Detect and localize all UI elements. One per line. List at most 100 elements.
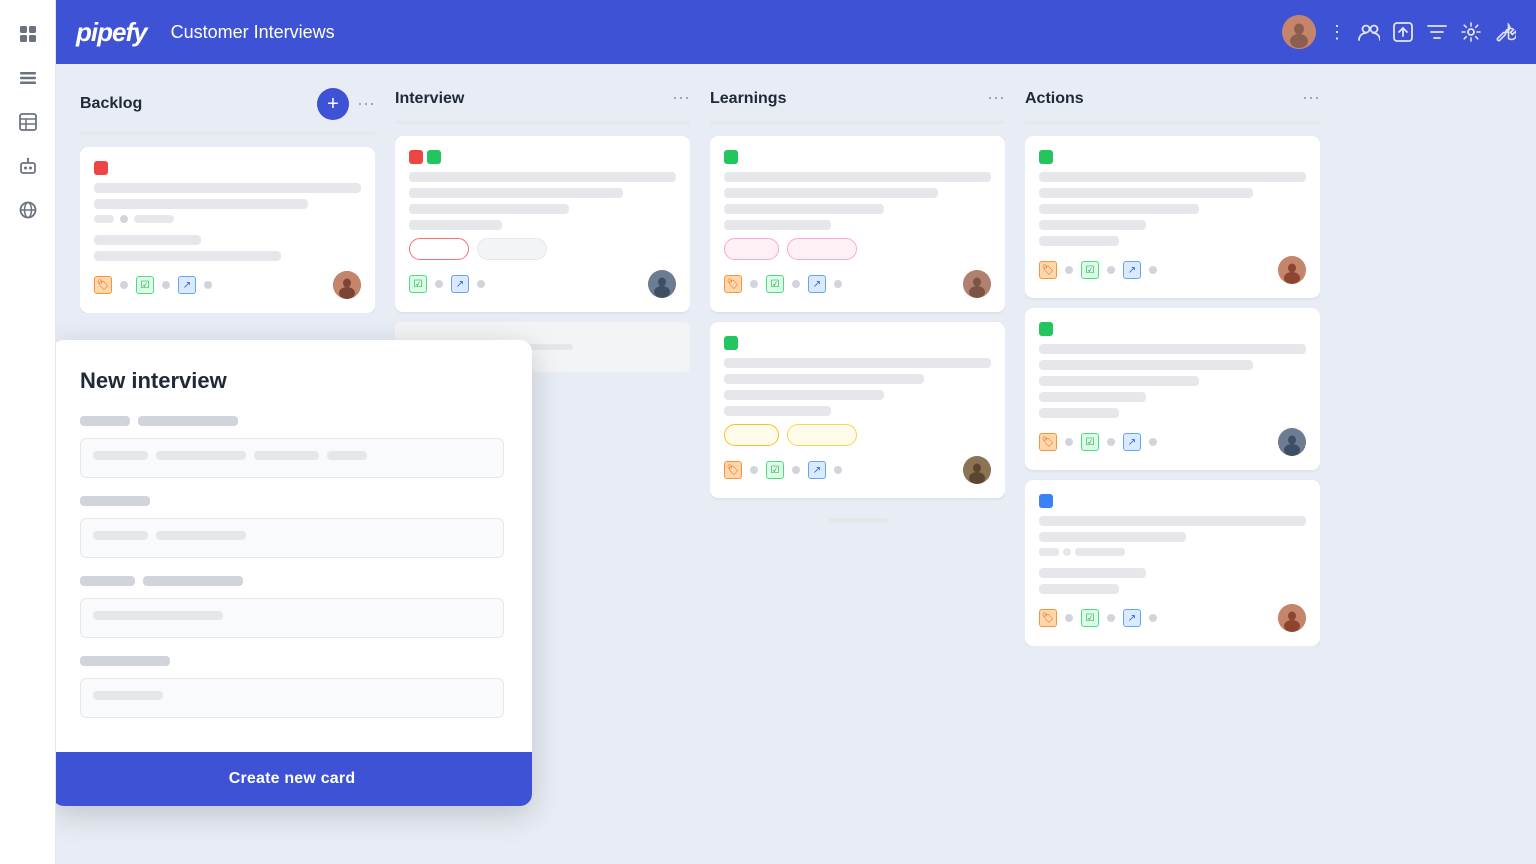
- footer-icon-link: ↗: [178, 276, 196, 294]
- table-row[interactable]: 🏷 ☑ ↗: [710, 136, 1005, 312]
- form-input-4[interactable]: [80, 678, 504, 718]
- skel-line: [724, 390, 884, 400]
- form-label-skel: [80, 416, 130, 426]
- column-divider-actions: [1025, 121, 1320, 124]
- form-group-3: [80, 576, 504, 638]
- skel-line: [1039, 188, 1253, 198]
- footer-dot: [120, 281, 128, 289]
- sidebar-icon-bot[interactable]: [10, 148, 46, 184]
- settings-icon[interactable]: [1460, 21, 1482, 43]
- column-more-interview[interactable]: ⋯: [672, 88, 690, 109]
- tag-green: [1039, 150, 1053, 164]
- table-row[interactable]: 🏷 ☑ ↗: [80, 147, 375, 313]
- form-label-skel: [80, 656, 170, 666]
- skel-line: [409, 204, 569, 214]
- card-avatar: [648, 270, 676, 298]
- status-badge: [409, 238, 469, 260]
- table-row[interactable]: 🏷 ☑ ↗: [1025, 136, 1320, 298]
- modal-body: New interview: [56, 340, 532, 752]
- column-divider-learnings: [710, 121, 1005, 124]
- footer-icon-label: 🏷: [94, 276, 112, 294]
- create-new-card-button[interactable]: Create new card: [229, 770, 356, 788]
- footer-icon-link: ↗: [451, 275, 469, 293]
- cards-learnings: 🏷 ☑ ↗: [710, 136, 1005, 533]
- footer-dot: [1107, 438, 1115, 446]
- table-row[interactable]: 🏷 ☑ ↗: [1025, 308, 1320, 470]
- footer-icon-check: ☑: [1081, 433, 1099, 451]
- skel-line: [724, 220, 831, 230]
- column-title-backlog: Backlog: [80, 95, 309, 113]
- status-badge: [477, 238, 547, 260]
- add-card-button-backlog[interactable]: +: [317, 88, 349, 120]
- skel-line: [1075, 548, 1125, 556]
- sidebar-icon-globe[interactable]: [10, 192, 46, 228]
- footer-dot: [204, 281, 212, 289]
- status-badge: [787, 238, 857, 260]
- footer-icon-check: ☑: [1081, 261, 1099, 279]
- column-more-backlog[interactable]: ⋯: [357, 94, 375, 115]
- new-interview-modal: New interview: [56, 340, 532, 806]
- table-row[interactable]: ☑ ↗: [395, 136, 690, 312]
- skel-line: [724, 188, 938, 198]
- column-more-learnings[interactable]: ⋯: [987, 88, 1005, 109]
- sidebar-icon-table[interactable]: [10, 104, 46, 140]
- more-vertical-icon[interactable]: ⋮: [1328, 22, 1346, 43]
- skel-line: [1039, 532, 1186, 542]
- footer-dot: [1149, 438, 1157, 446]
- skel-line: [1039, 408, 1119, 418]
- table-row[interactable]: 🏷 ☑ ↗: [1025, 480, 1320, 646]
- board-area: Backlog + ⋯: [56, 64, 1536, 864]
- form-group-4: [80, 656, 504, 718]
- footer-dot: [834, 466, 842, 474]
- column-more-actions[interactable]: ⋯: [1302, 88, 1320, 109]
- form-label-skel: [143, 576, 243, 586]
- footer-dot: [1107, 614, 1115, 622]
- tag-red: [94, 161, 108, 175]
- footer-icon-label: 🏷: [724, 461, 742, 479]
- skel-line: [724, 358, 991, 368]
- cards-actions: 🏷 ☑ ↗: [1025, 136, 1320, 646]
- skel-line: [1039, 584, 1119, 594]
- tag-green: [427, 150, 441, 164]
- input-placeholder-skel: [93, 691, 163, 700]
- footer-dot: [792, 466, 800, 474]
- footer-dot: [750, 466, 758, 474]
- input-placeholder-skel: [156, 531, 246, 540]
- skel-line: [94, 199, 308, 209]
- footer-icon-label: 🏷: [1039, 433, 1057, 451]
- form-input-2[interactable]: [80, 518, 504, 558]
- skel-line: [1039, 376, 1199, 386]
- footer-icon-check: ☑: [409, 275, 427, 293]
- column-title-actions: Actions: [1025, 90, 1294, 108]
- skel-line: [1039, 392, 1146, 402]
- table-row[interactable]: 🏷 ☑ ↗: [710, 322, 1005, 498]
- skel-line: [94, 215, 114, 223]
- card-avatar: [1278, 428, 1306, 456]
- modal-footer: Create new card: [56, 752, 532, 806]
- column-learnings: Learnings ⋯: [710, 88, 1005, 864]
- sidebar: [0, 0, 56, 864]
- column-divider-interview: [395, 121, 690, 124]
- sidebar-icon-grid[interactable]: [10, 16, 46, 52]
- sidebar-icon-list[interactable]: [10, 60, 46, 96]
- card-avatar: [333, 271, 361, 299]
- user-avatar[interactable]: [1282, 15, 1316, 49]
- tools-icon[interactable]: [1494, 21, 1516, 43]
- form-label-skel: [80, 496, 150, 506]
- footer-icon-link: ↗: [1123, 609, 1141, 627]
- header-actions: ⋮: [1282, 15, 1516, 49]
- footer-icon-link: ↗: [1123, 433, 1141, 451]
- form-group-1: [80, 416, 504, 478]
- logo: pipefy: [76, 17, 147, 48]
- form-input-1[interactable]: [80, 438, 504, 478]
- footer-dot: [792, 280, 800, 288]
- form-input-3[interactable]: [80, 598, 504, 638]
- column-divider-backlog: [80, 132, 375, 135]
- filter-icon[interactable]: [1426, 21, 1448, 43]
- skel-line: [1039, 236, 1119, 246]
- column-actions: Actions ⋯ 🏷: [1025, 88, 1320, 864]
- skel-line: [94, 251, 281, 261]
- users-icon[interactable]: [1358, 21, 1380, 43]
- export-icon[interactable]: [1392, 21, 1414, 43]
- skel-line: [409, 220, 502, 230]
